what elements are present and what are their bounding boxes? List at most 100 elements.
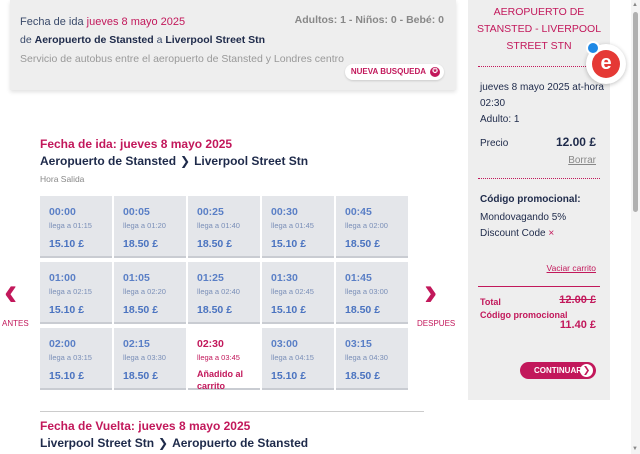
departure-price: 15.10 £ (271, 304, 307, 316)
departure-time: 01:30 (271, 272, 298, 284)
prev-label[interactable]: ANTES (2, 319, 29, 328)
summary-de: de (20, 34, 32, 46)
new-search-label: NUEVA BUSQUEDA (350, 67, 426, 76)
departure-slot[interactable]: 02:15 llega a 03:30 18.50 £ (114, 328, 186, 390)
promo-code: Mondovagando 5% Discount Code × (480, 210, 604, 242)
departure-slot[interactable]: 01:00 llega a 02:15 15.10 £ (40, 262, 112, 324)
arrival-time: llega a 01:15 (49, 221, 92, 230)
departure-slot[interactable]: 01:25 llega a 02:40 18.50 £ (188, 262, 260, 324)
total-old-price: 12.00 £ (559, 294, 596, 306)
departure-time: 00:05 (123, 206, 150, 218)
cart-trip-info: jueves 8 mayo 2025 at-hora 02:30 Adulto:… (480, 80, 604, 128)
remove-promo-icon[interactable]: × (548, 228, 554, 239)
arrival-time: llega a 02:00 (345, 221, 388, 230)
promo-title: Código promocional: (480, 194, 581, 205)
arrival-time: llega a 01:20 (123, 221, 166, 230)
return-to: Aeropuerto de Stansted (172, 436, 309, 450)
summary-date-line: Fecha de ida jueves 8 mayo 2025 (20, 16, 185, 28)
departure-price: 18.50 £ (197, 238, 233, 250)
departure-slot[interactable]: 00:30 llega a 01:45 15.10 £ (262, 196, 334, 258)
departure-slot[interactable]: 02:00 llega a 03:15 15.10 £ (40, 328, 112, 390)
cart-price-value: 12.00 £ (555, 135, 596, 149)
cart-adults: Adulto: 1 (480, 114, 520, 125)
service-description: Servicio de autobus entre el aeropuerto … (20, 53, 344, 65)
departure-slot[interactable]: 00:45 llega a 02:00 18.50 £ (336, 196, 408, 258)
scroll-up-icon[interactable]: ▲ (632, 2, 638, 8)
next-label[interactable]: DESPUES (417, 319, 455, 328)
search-summary-panel: Fecha de ida jueves 8 mayo 2025 Adultos:… (10, 0, 456, 90)
arrival-time: llega a 01:45 (271, 221, 314, 230)
return-date-title: Fecha de Vuelta: jueves 8 mayo 2025 (40, 419, 251, 433)
continue-label: CONTINUAR (534, 366, 582, 375)
added-to-cart-label: Añadido al carrito (197, 369, 244, 391)
arrival-time: llega a 01:40 (197, 221, 240, 230)
departure-price: 18.50 £ (123, 370, 159, 382)
departure-time: 01:25 (197, 272, 224, 284)
chat-widget-button[interactable]: e (586, 41, 626, 84)
departure-time: 03:15 (345, 338, 372, 350)
departure-price: 15.10 £ (49, 238, 85, 250)
arrival-time: llega a 02:15 (49, 287, 92, 296)
departure-slot[interactable]: 01:30 llega a 02:45 15.10 £ (262, 262, 334, 324)
departure-slot[interactable]: 00:05 llega a 01:20 18.50 £ (114, 196, 186, 258)
cart-total-separator (478, 286, 600, 287)
outbound-date-title: Fecha de ida: jueves 8 mayo 2025 (40, 137, 233, 151)
departure-price: 15.10 £ (271, 238, 307, 250)
departure-slot[interactable]: 01:45 llega a 03:00 18.50 £ (336, 262, 408, 324)
departure-slot[interactable]: 00:25 llega a 01:40 18.50 £ (188, 196, 260, 258)
summary-route: de Aeropuerto de Stansted a Liverpool St… (20, 34, 265, 46)
cart-trip-datetime: jueves 8 mayo 2025 at-hora 02:30 (480, 82, 604, 109)
departure-slot[interactable]: 01:05 llega a 02:20 18.50 £ (114, 262, 186, 324)
departure-time-label: Hora Salida (40, 174, 85, 184)
continue-button[interactable]: CONTINUAR ❯ (520, 362, 596, 379)
arrival-time: llega a 03:45 (197, 353, 240, 362)
departure-price: 18.50 £ (345, 304, 381, 316)
departure-time: 02:30 (197, 338, 224, 350)
departure-time: 02:15 (123, 338, 150, 350)
new-search-icon: ✪ (430, 67, 440, 77)
departure-price: 15.10 £ (49, 304, 85, 316)
cart-separator (478, 178, 600, 179)
outbound-from: Aeropuerto de Stansted (40, 154, 177, 168)
departure-slot[interactable]: 00:00 llega a 01:15 15.10 £ (40, 196, 112, 258)
summary-date-label: Fecha de ida (20, 16, 84, 28)
arrival-time: llega a 02:20 (123, 287, 166, 296)
departure-price: 18.50 £ (123, 238, 159, 250)
chevron-right-icon: ❯ (180, 154, 191, 168)
departure-price: 18.50 £ (345, 238, 381, 250)
new-search-button[interactable]: NUEVA BUSQUEDA ✪ (344, 64, 444, 80)
summary-to: Liverpool Street Stn (165, 34, 266, 46)
cart-price-label: Precio (480, 138, 509, 149)
scroll-thumb[interactable] (633, 12, 638, 212)
scroll-down-icon[interactable]: ▼ (632, 446, 638, 452)
departure-slot[interactable]: 02:30 llega a 03:45 Añadido al carrito (188, 328, 260, 391)
page-scrollbar[interactable]: ▲ ▼ (631, 0, 640, 454)
prev-arrow-icon[interactable]: ‹ (4, 272, 17, 312)
departure-time: 02:00 (49, 338, 76, 350)
delete-link[interactable]: Borrar (568, 155, 596, 166)
total-label: Total (480, 297, 501, 307)
outbound-to: Liverpool Street Stn (194, 154, 309, 168)
departure-time: 01:00 (49, 272, 76, 284)
chevron-right-icon: ❯ (158, 436, 169, 450)
departure-slot[interactable]: 03:00 llega a 04:15 15.10 £ (262, 328, 334, 390)
departure-time: 00:45 (345, 206, 372, 218)
chevron-right-icon: ❯ (580, 364, 593, 377)
departure-price: 15.10 £ (49, 370, 85, 382)
departure-price: 18.50 £ (197, 304, 233, 316)
summary-date: jueves 8 mayo 2025 (86, 16, 186, 28)
empty-cart-link[interactable]: Vaciar carrito (547, 263, 596, 273)
arrival-time: llega a 04:15 (271, 353, 314, 362)
arrival-time: llega a 03:00 (345, 287, 388, 296)
summary-from: Aeropuerto de Stansted (34, 34, 154, 46)
summary-a: a (156, 34, 163, 46)
departure-slot[interactable]: 03:15 llega a 04:30 18.50 £ (336, 328, 408, 390)
arrival-time: llega a 04:30 (345, 353, 388, 362)
next-arrow-icon[interactable]: › (424, 272, 437, 312)
departure-time: 00:00 (49, 206, 76, 218)
arrival-time: llega a 02:45 (271, 287, 314, 296)
return-route: Liverpool Street Stn ❯ Aeropuerto de Stans… (40, 436, 308, 450)
arrival-time: llega a 03:15 (49, 353, 92, 362)
arrival-time: llega a 03:30 (123, 353, 166, 362)
return-from: Liverpool Street Stn (40, 436, 155, 450)
